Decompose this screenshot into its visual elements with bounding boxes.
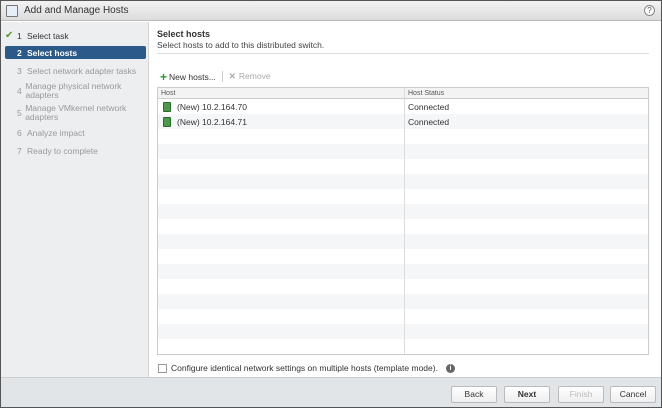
step-select-network-adapter-tasks[interactable]: 3 Select network adapter tasks xyxy=(17,66,136,76)
wizard-steps: ✔ 1 Select task 2 Select hosts 3 Select net… xyxy=(1,22,149,377)
column-header-host[interactable]: Host xyxy=(158,88,405,98)
empty-row xyxy=(158,189,648,204)
plus-icon: + xyxy=(160,69,168,84)
table-row[interactable]: (New) 10.2.164.70 Connected xyxy=(158,99,648,114)
next-button[interactable]: Next xyxy=(504,386,550,403)
window-title: Add and Manage Hosts xyxy=(24,5,129,16)
empty-row xyxy=(158,249,648,264)
column-header-status[interactable]: Host Status xyxy=(405,88,648,98)
empty-row xyxy=(158,129,648,144)
wizard-footer: Back Next Finish Cancel xyxy=(1,377,661,407)
title-bar: Add and Manage Hosts ? xyxy=(1,1,661,21)
divider xyxy=(157,53,649,54)
empty-row xyxy=(158,324,648,339)
empty-row xyxy=(158,264,648,279)
help-icon[interactable]: ? xyxy=(644,5,655,16)
empty-row xyxy=(158,234,648,249)
empty-row xyxy=(158,174,648,189)
window-icon xyxy=(6,4,18,17)
empty-row xyxy=(158,159,648,174)
table-body: (New) 10.2.164.70 Connected (New) 10.2.16… xyxy=(158,99,648,354)
step-manage-vmkernel-adapters[interactable]: 5 Manage VMkernel network adapters xyxy=(17,104,137,122)
toolbar-separator xyxy=(221,71,223,82)
table-row[interactable]: (New) 10.2.164.71 Connected xyxy=(158,114,648,129)
main-panel: Select hosts Select hosts to add to this… xyxy=(150,22,661,377)
toolbar: + New hosts... ✕ Remove xyxy=(160,69,271,84)
step-select-task[interactable]: 1 Select task xyxy=(17,31,69,41)
step-ready-to-complete[interactable]: 7 Ready to complete xyxy=(17,146,98,156)
host-icon xyxy=(163,101,171,112)
empty-row xyxy=(158,339,648,354)
remove-button[interactable]: ✕ Remove xyxy=(229,71,271,82)
template-mode-checkbox[interactable]: Configure identical network settings on … xyxy=(158,363,455,373)
remove-icon: ✕ xyxy=(228,71,236,81)
host-icon xyxy=(163,116,171,127)
step-select-hosts[interactable]: 2 Select hosts xyxy=(5,46,146,59)
step-manage-physical-adapters[interactable]: 4 Manage physical network adapters xyxy=(17,82,137,100)
back-button[interactable]: Back xyxy=(451,386,497,403)
page-title: Select hosts xyxy=(157,29,211,39)
hosts-table: Host Host Status (New) 10.2.164.70 Connec… xyxy=(157,87,649,355)
wizard-window: Add and Manage Hosts ? ✔ 1 Select task 2S… xyxy=(0,0,662,408)
checkmark-icon: ✔ xyxy=(5,30,14,41)
finish-button[interactable]: Finish xyxy=(558,386,604,403)
checkbox[interactable] xyxy=(158,363,167,373)
page-subtitle: Select hosts to add to this distributed … xyxy=(157,40,325,50)
empty-row xyxy=(158,279,648,294)
info-icon[interactable]: i xyxy=(445,363,455,373)
cancel-button[interactable]: Cancel xyxy=(610,386,656,403)
empty-row xyxy=(158,294,648,309)
table-header: Host Host Status xyxy=(158,88,648,99)
new-hosts-button[interactable]: + New hosts... xyxy=(160,69,216,84)
empty-row xyxy=(158,204,648,219)
empty-row xyxy=(158,219,648,234)
empty-row xyxy=(158,144,648,159)
step-analyze-impact[interactable]: 6 Analyze impact xyxy=(17,128,85,138)
empty-row xyxy=(158,309,648,324)
